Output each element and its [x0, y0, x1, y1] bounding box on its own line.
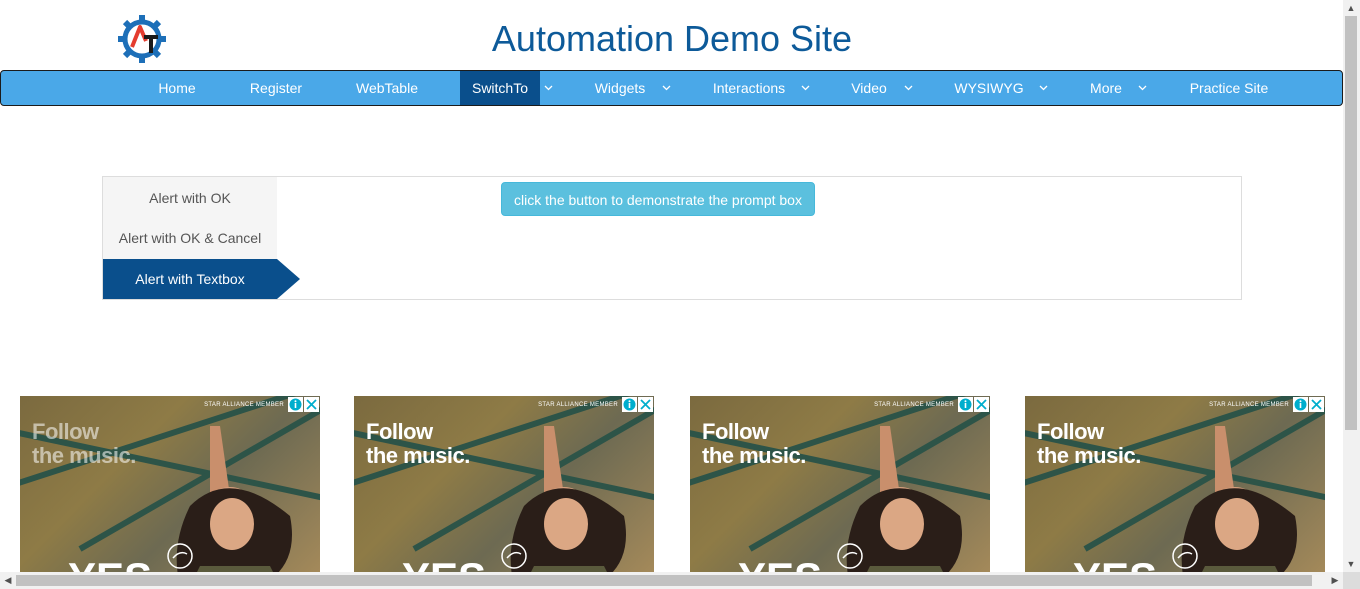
nav-item-register[interactable]: Register	[233, 71, 319, 105]
ad-banner[interactable]: Follow the music. STAR ALLIANCE MEMBER Y…	[690, 396, 990, 576]
ad-headline-line2: the music.	[366, 443, 470, 468]
scrollbar-corner	[1343, 572, 1360, 589]
tab-list: Alert with OK Alert with OK & Cancel Ale…	[103, 177, 277, 299]
scroll-right-arrow-icon[interactable]: ▶	[1327, 572, 1343, 588]
ad-info-icon[interactable]	[622, 397, 637, 412]
ad-headline-line1: Follow	[702, 419, 769, 444]
tab-alert-with-textbox[interactable]: Alert with Textbox	[103, 259, 277, 299]
ad-headline-line2: the music.	[702, 443, 806, 468]
ad-headline: Follow the music.	[702, 420, 806, 468]
star-alliance-badge-icon	[501, 543, 527, 569]
prompt-box-button[interactable]: click the button to demonstrate the prom…	[501, 182, 815, 216]
ad-tagline: STAR ALLIANCE MEMBER	[874, 402, 954, 408]
alert-tabs-panel: Alert with OK Alert with OK & Cancel Ale…	[102, 176, 1242, 300]
ad-tagline: STAR ALLIANCE MEMBER	[1209, 402, 1289, 408]
nav-item-home[interactable]: Home	[133, 71, 221, 105]
horizontal-scroll-thumb[interactable]	[16, 575, 1312, 586]
site-title: Automation Demo Site	[491, 18, 853, 59]
ad-headline-line1: Follow	[32, 419, 99, 444]
chevron-down-icon[interactable]	[541, 71, 555, 105]
chevron-down-icon[interactable]	[659, 71, 673, 105]
chevron-down-icon[interactable]	[798, 71, 812, 105]
ad-tagline: STAR ALLIANCE MEMBER	[204, 402, 284, 408]
ad-close-icon[interactable]	[638, 397, 653, 412]
tab-alert-with-ok-cancel[interactable]: Alert with OK & Cancel	[103, 218, 277, 258]
horizontal-scrollbar[interactable]: ◀ ▶	[0, 572, 1343, 589]
star-alliance-badge-icon	[167, 543, 193, 569]
ad-info-icon[interactable]	[1293, 397, 1308, 412]
ad-info-icon[interactable]	[288, 397, 303, 412]
ad-close-icon[interactable]	[974, 397, 989, 412]
ad-banner[interactable]: Follow the music. STAR ALLIANCE MEMBER Y…	[1025, 396, 1325, 576]
ad-close-icon[interactable]	[304, 397, 319, 412]
page: Automation Demo Site Home Register WebTa…	[0, 0, 1360, 589]
ad-headline-line2: the music.	[1037, 443, 1141, 468]
nav-item-interactions[interactable]: Interactions	[701, 71, 797, 105]
vertical-scrollbar[interactable]: ▲ ▼	[1343, 0, 1360, 572]
nav-item-practice-site[interactable]: Practice Site	[1177, 71, 1281, 105]
ad-headline-line1: Follow	[366, 419, 433, 444]
ad-headline-line2: the music.	[32, 443, 136, 468]
nav-item-more[interactable]: More	[1077, 71, 1135, 105]
ad-tagline: STAR ALLIANCE MEMBER	[538, 402, 618, 408]
chevron-down-icon[interactable]	[901, 71, 915, 105]
tab-alert-with-ok[interactable]: Alert with OK	[103, 178, 277, 218]
ad-headline: Follow the music.	[1037, 420, 1141, 468]
nav-item-widgets[interactable]: Widgets	[581, 71, 659, 105]
ad-headline: Follow the music.	[32, 420, 136, 468]
scroll-down-arrow-icon[interactable]: ▼	[1343, 556, 1359, 572]
ad-banner[interactable]: Follow the music. STAR ALLIANCE MEMBER Y…	[20, 396, 320, 576]
main-navbar: Home Register WebTable SwitchTo Widgets …	[0, 70, 1343, 106]
vertical-scroll-thumb[interactable]	[1345, 16, 1357, 430]
active-tab-arrow	[277, 259, 300, 299]
ad-headline-line1: Follow	[1037, 419, 1104, 444]
ad-info-icon[interactable]	[958, 397, 973, 412]
ad-banner[interactable]: Follow the music. STAR ALLIANCE MEMBER Y…	[354, 396, 654, 576]
nav-item-video[interactable]: Video	[837, 71, 901, 105]
scroll-up-arrow-icon[interactable]: ▲	[1343, 0, 1359, 16]
nav-item-webtable[interactable]: WebTable	[341, 71, 433, 105]
ad-close-icon[interactable]	[1309, 397, 1324, 412]
nav-item-wysiwyg[interactable]: WYSIWYG	[943, 71, 1035, 105]
star-alliance-badge-icon	[837, 543, 863, 569]
star-alliance-badge-icon	[1172, 543, 1198, 569]
scroll-left-arrow-icon[interactable]: ◀	[0, 572, 16, 588]
ad-headline: Follow the music.	[366, 420, 470, 468]
chevron-down-icon[interactable]	[1036, 71, 1050, 105]
chevron-down-icon[interactable]	[1135, 71, 1149, 105]
nav-item-switchto[interactable]: SwitchTo	[460, 71, 540, 105]
